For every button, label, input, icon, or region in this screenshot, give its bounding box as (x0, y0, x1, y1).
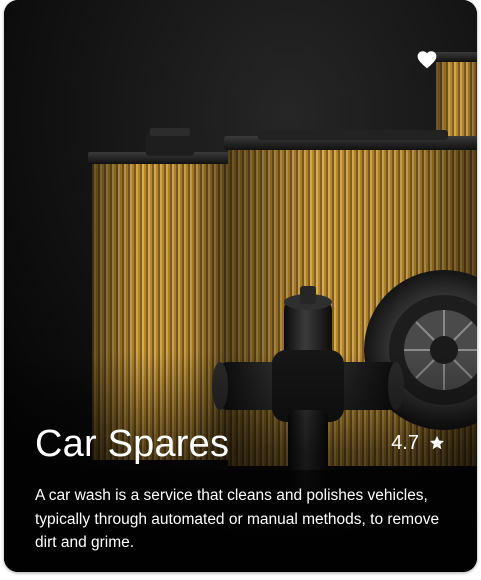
product-card[interactable]: Car Spares 4.7 A car wash is a service t… (4, 0, 477, 572)
favorite-button[interactable] (415, 48, 439, 72)
rating-value: 4.7 (391, 432, 419, 454)
rating: 4.7 (391, 430, 445, 456)
card-title: Car Spares (35, 423, 230, 465)
heart-icon (417, 51, 437, 69)
card-description: A car wash is a service that cleans and … (35, 487, 440, 551)
star-icon (430, 436, 444, 450)
